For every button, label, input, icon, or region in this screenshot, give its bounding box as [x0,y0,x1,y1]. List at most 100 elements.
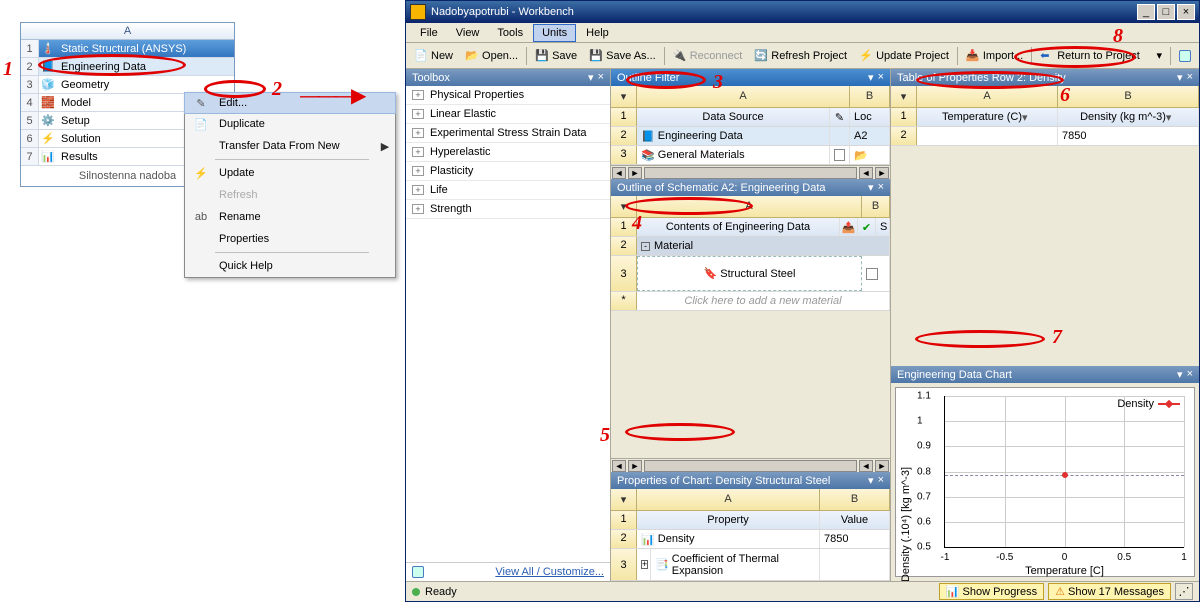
thermometer-icon: 🌡️ [39,42,57,55]
plus-icon: + [412,128,424,138]
table-row[interactable]: 2 📊 Density 7850 [611,530,890,549]
plus-icon: + [412,204,424,214]
source-icon: 📤 [842,221,856,234]
ctx-quickhelp[interactable]: Quick Help [185,255,395,277]
reconnect-button[interactable]: 🔌Reconnect [669,47,747,65]
minus-icon[interactable]: - [641,242,650,251]
update-project-button[interactable]: ⚡Update Project [855,47,953,65]
density-chart: 1.1 1 0.9 0.8 0.7 0.6 0.5 -1 -0.5 0 0.5 … [895,387,1195,577]
ctx-properties[interactable]: Properties [185,228,395,250]
toolbox-item[interactable]: +Strength [406,200,610,219]
rename-icon: ab [189,211,213,223]
panel-dropdown-icon[interactable]: ▾ [868,181,874,194]
table-row[interactable]: 3 + 📑 Coefficient of Thermal Expansion [611,549,890,581]
checkbox[interactable] [866,268,878,280]
toolbox-item[interactable]: +Life [406,181,610,200]
toolbox-title: Toolbox ▾× [406,69,610,86]
table-row[interactable]: 2 -Material [611,237,890,256]
menu-units[interactable]: Units [533,24,576,42]
ctx-update[interactable]: ⚡ Update [185,162,395,184]
schematic-row-engineering-data[interactable]: 2 📘 Engineering Data [21,58,234,76]
corner-dropdown[interactable]: ▾ [611,196,637,217]
filter-toggle-button[interactable] [1175,48,1195,64]
panel-dropdown-icon[interactable]: ▾ [1177,71,1183,84]
panel-dropdown-icon[interactable]: ▾ [868,474,874,487]
ctx-rename[interactable]: ab Rename [185,206,395,228]
dropdown-icon[interactable]: ▾ [1022,111,1032,124]
save-button[interactable]: 💾Save [531,47,581,65]
panel-close-icon[interactable]: × [878,181,884,194]
panel-dropdown-icon[interactable]: ▾ [868,71,874,84]
filter-icon[interactable] [412,566,424,578]
menu-view[interactable]: View [448,25,488,41]
ctx-duplicate[interactable]: 📄 Duplicate [185,113,395,135]
show-messages-button[interactable]: ⚠Show 17 Messages [1048,583,1171,600]
close-button[interactable]: × [1177,4,1195,20]
refresh-project-button[interactable]: 🔄Refresh Project [750,47,851,65]
properties-chart-title: Properties of Chart: Density Structural … [611,472,890,489]
panel-dropdown-icon[interactable]: ▾ [588,71,594,84]
toolbox-item[interactable]: +Experimental Stress Strain Data [406,124,610,143]
compact-mode-button[interactable]: ▾ [1152,47,1166,64]
minimize-button[interactable]: _ [1137,4,1155,20]
panel-dropdown-icon[interactable]: ▾ [1177,368,1183,381]
corner-dropdown[interactable]: ▾ [611,489,637,510]
plus-icon: + [412,90,424,100]
ctx-transfer[interactable]: Transfer Data From New ▶ [185,135,395,157]
open-button[interactable]: 📂Open... [461,47,522,65]
book-icon: 📘 [641,130,655,143]
panel-close-icon[interactable]: × [1187,368,1193,381]
plus-icon: + [412,147,424,157]
dropdown-icon[interactable]: ▾ [1166,111,1176,124]
corner-dropdown[interactable]: ▾ [891,86,917,107]
save-icon: 💾 [535,49,549,63]
menu-help[interactable]: Help [578,25,617,41]
new-button[interactable]: 📄New [410,47,457,65]
checkbox[interactable] [834,149,845,161]
pencil-icon: ✎ [835,111,844,124]
plus-icon[interactable]: + [641,560,648,569]
engineering-data-chart-title: Engineering Data Chart ▾× [891,366,1199,383]
plus-icon: + [412,185,424,195]
toolbox-item[interactable]: +Linear Elastic [406,105,610,124]
resize-grip[interactable]: ⋰ [1175,583,1193,600]
h-scrollbar[interactable]: ◄►◄► [611,165,890,179]
maximize-button[interactable]: □ [1157,4,1175,20]
toolbox-item[interactable]: +Plasticity [406,162,610,181]
submenu-arrow-icon: ▶ [379,140,391,153]
panel-close-icon[interactable]: × [878,71,884,84]
chart-axes: 1.1 1 0.9 0.8 0.7 0.6 0.5 -1 -0.5 0 0.5 … [944,396,1184,548]
table-row[interactable]: 3 🔖 Structural Steel [611,256,890,292]
properties-table-grid: ▾ A B 1 Temperature (C)▾ Density (kg m^-… [891,86,1199,146]
y-axis-label: Density (.10⁴) [kg m^-3] [900,467,912,581]
import-button[interactable]: 📥Import... [962,47,1027,65]
panel-close-icon[interactable]: × [1187,71,1193,84]
saveas-button[interactable]: 💾Save As... [585,47,660,65]
return-to-project-button[interactable]: ⬅Return to Project [1036,47,1144,65]
doc-icon: 📑 [655,558,669,571]
panel-close-icon[interactable]: × [878,474,884,487]
refresh-icon: 🔄 [754,49,768,63]
table-row[interactable]: 1 Data Source ✎ Loc [611,108,890,127]
table-row[interactable]: 2 7850 [891,127,1199,146]
schematic-row-static-structural[interactable]: 1 🌡️ Static Structural (ANSYS) [21,40,234,58]
progress-icon: 📊 [946,585,960,598]
panel-close-icon[interactable]: × [598,71,604,84]
toolbox-panel: Toolbox ▾× +Physical Properties +Linear … [406,69,611,581]
add-material-row[interactable]: * Click here to add a new material [611,292,890,311]
menu-file[interactable]: File [412,25,446,41]
h-scrollbar[interactable]: ◄►◄► [611,458,890,472]
view-all-link[interactable]: View All / Customize... [495,566,604,578]
new-icon: 📄 [414,49,428,63]
plus-icon: + [412,109,424,119]
corner-dropdown[interactable]: ▾ [611,86,637,107]
menu-tools[interactable]: Tools [489,25,531,41]
toolbox-item[interactable]: +Physical Properties [406,86,610,105]
ctx-edit[interactable]: ✎ Edit... [184,92,396,114]
table-row[interactable]: 3 📚 General Materials 📂 [611,146,890,165]
toolbox-item[interactable]: +Hyperelastic [406,143,610,162]
reconnect-icon: 🔌 [673,49,687,63]
table-row[interactable]: 1 Contents of Engineering Data 📤 ✔ S [611,218,890,237]
table-row[interactable]: 2 📘 Engineering Data A2 [611,127,890,146]
show-progress-button[interactable]: 📊Show Progress [939,583,1044,600]
